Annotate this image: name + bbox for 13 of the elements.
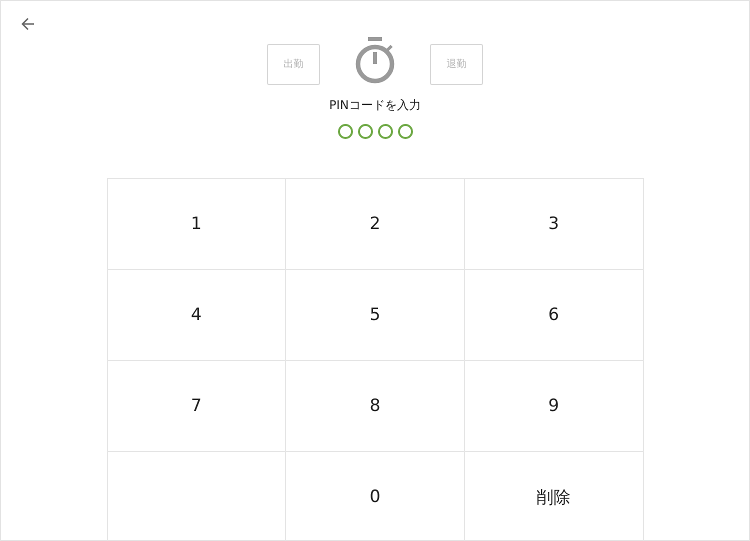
pin-prompt: PINコードを入力	[329, 97, 421, 114]
keypad-key[interactable]: 5	[286, 270, 465, 361]
keypad-key[interactable]: 9	[464, 361, 644, 452]
keypad-key[interactable]: 8	[286, 361, 465, 452]
keypad-key[interactable]: 7	[108, 361, 286, 452]
keypad-key[interactable]: 1	[108, 179, 286, 270]
back-button[interactable]	[19, 15, 37, 33]
keypad-key[interactable]: 2	[286, 179, 465, 270]
keypad-key[interactable]: 3	[464, 179, 644, 270]
back-arrow-icon	[21, 17, 35, 31]
keypad-key[interactable]: 6	[464, 270, 644, 361]
keypad-key[interactable]: 4	[108, 270, 286, 361]
stopwatch-icon	[354, 37, 396, 85]
